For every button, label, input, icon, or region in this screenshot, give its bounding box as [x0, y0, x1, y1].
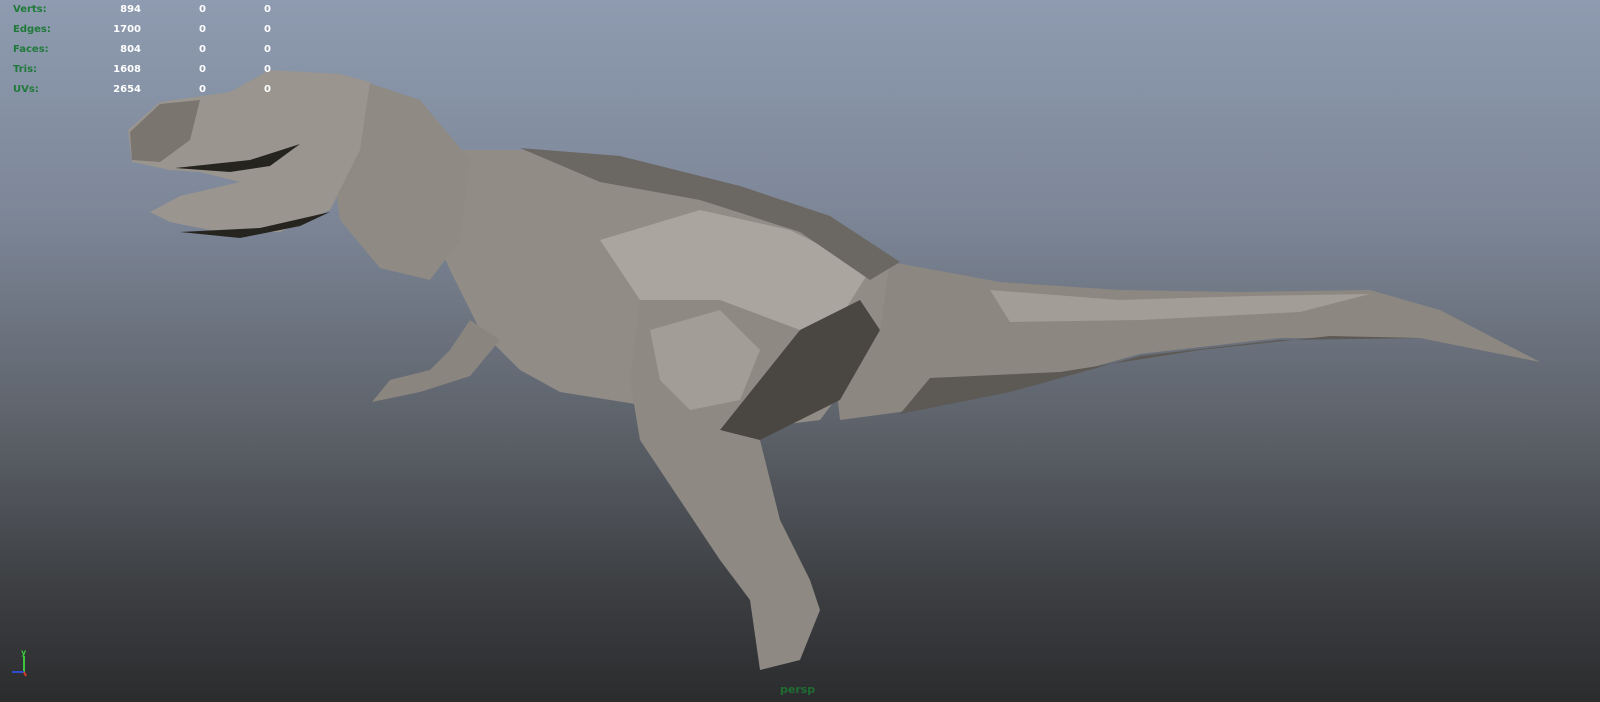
hud-value: 0 — [199, 24, 206, 35]
hud-row-tris: Tris: 1608 0 0 — [13, 60, 273, 80]
hud-label: Faces: — [13, 44, 49, 55]
hud-value: 2654 — [113, 84, 141, 95]
hud-value: 0 — [199, 4, 206, 15]
trex-model[interactable] — [0, 0, 1600, 702]
hud-label: Tris: — [13, 64, 38, 75]
hud-label: UVs: — [13, 84, 39, 95]
arm-mesh — [372, 320, 500, 402]
hud-value: 804 — [120, 44, 141, 55]
hud-value: 1608 — [113, 64, 141, 75]
camera-name-label: persp — [780, 683, 816, 696]
hud-row-faces: Faces: 804 0 0 — [13, 40, 273, 60]
hud-value: 0 — [264, 84, 271, 95]
axis-y-label: y — [21, 650, 27, 657]
hud-value: 0 — [264, 44, 271, 55]
hud-value: 0 — [199, 44, 206, 55]
hud-value: 0 — [199, 64, 206, 75]
hud-value: 894 — [120, 4, 141, 15]
hud-row-edges: Edges: 1700 0 0 — [13, 20, 273, 40]
hud-value: 1700 — [113, 24, 141, 35]
poly-count-hud: Verts: 894 0 0 Edges: 1700 0 0 Faces: 80… — [13, 0, 273, 100]
hud-value: 0 — [264, 24, 271, 35]
hud-label: Edges: — [13, 24, 51, 35]
hud-value: 0 — [199, 84, 206, 95]
axis-gizmo-icon: y — [12, 650, 27, 677]
hud-label: Verts: — [13, 4, 47, 15]
hud-row-verts: Verts: 894 0 0 — [13, 0, 273, 20]
hud-value: 0 — [264, 64, 271, 75]
hud-row-uvs: UVs: 2654 0 0 — [13, 80, 273, 100]
hud-value: 0 — [264, 4, 271, 15]
3d-viewport[interactable]: Verts: 894 0 0 Edges: 1700 0 0 Faces: 80… — [0, 0, 1600, 702]
